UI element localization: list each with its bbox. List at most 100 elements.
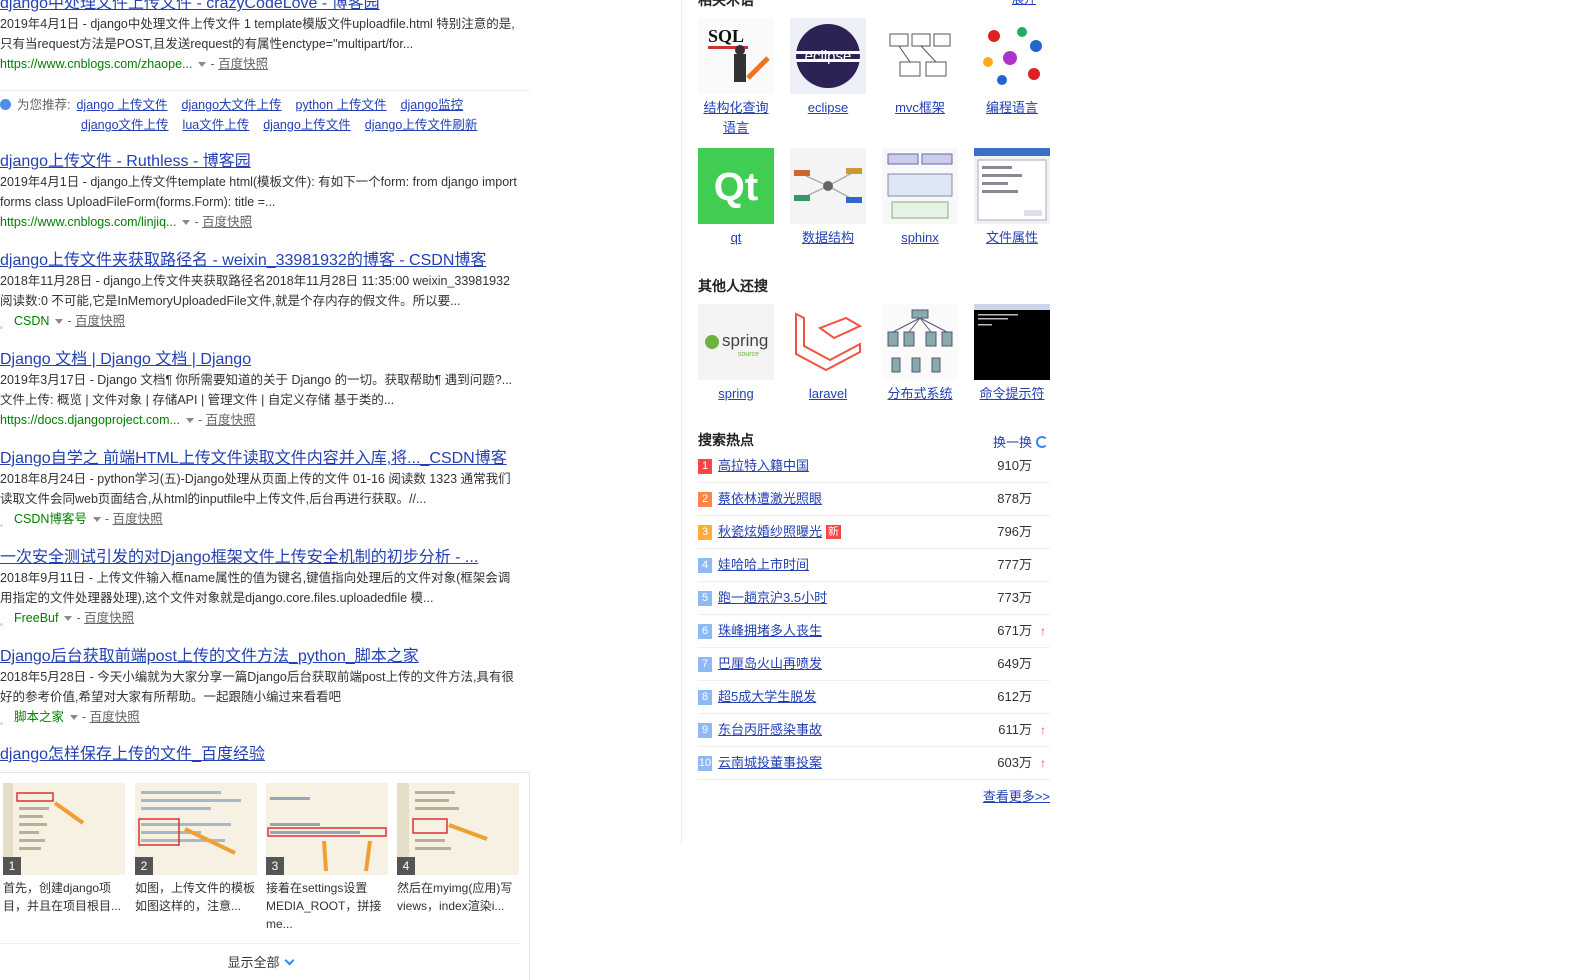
hot-item-link[interactable]: 巴厘岛火山再喷发: [718, 648, 822, 680]
expand-link[interactable]: 展开: [1012, 0, 1036, 7]
recommend-link[interactable]: django上传文件刷新: [365, 118, 478, 132]
hot-item-link[interactable]: 蔡依林遭激光照眼: [718, 483, 822, 515]
related-item[interactable]: Qt qt: [698, 148, 774, 248]
others-label[interactable]: 分布式系统: [882, 384, 958, 404]
others-label[interactable]: spring: [698, 384, 774, 404]
result-url[interactable]: https://docs.djangoproject.com...: [0, 413, 180, 427]
step-thumbnail[interactable]: 3: [266, 783, 388, 875]
eclipse-logo-icon[interactable]: eclipse: [790, 18, 866, 94]
others-item[interactable]: laravel: [790, 304, 866, 404]
cache-link[interactable]: 百度快照: [90, 710, 140, 724]
hot-item-link[interactable]: 云南城投董事投案: [718, 747, 822, 779]
result-url[interactable]: CSDN: [14, 314, 49, 328]
hot-item-link[interactable]: 珠峰拥堵多人丧生: [718, 615, 822, 647]
hot-item[interactable]: 9 东台丙肝感染事故 611万 ↑: [698, 714, 1050, 747]
cache-link[interactable]: 百度快照: [218, 57, 268, 71]
dropdown-arrow-icon[interactable]: [185, 417, 194, 423]
others-item[interactable]: 分布式系统: [882, 304, 958, 404]
show-all-button[interactable]: 显示全部: [0, 943, 520, 971]
related-label[interactable]: sphinx: [882, 228, 958, 248]
hot-item[interactable]: 8 超5成大学生脱发 612万: [698, 681, 1050, 714]
network-diagram-icon[interactable]: [882, 304, 958, 380]
hot-item-link[interactable]: 东台丙肝感染事故: [718, 714, 822, 746]
dropdown-arrow-icon[interactable]: [55, 318, 64, 324]
others-label[interactable]: laravel: [790, 384, 866, 404]
cache-link[interactable]: 百度快照: [84, 611, 134, 625]
terminal-icon[interactable]: [974, 304, 1050, 380]
result-title-link[interactable]: Django自学之 前端HTML上传文件读取文件内容并入库,将..._CSDN博…: [0, 449, 540, 469]
related-label[interactable]: 数据结构: [790, 228, 866, 248]
result-url[interactable]: 脚本之家: [14, 710, 64, 724]
more-hot-link[interactable]: 查看更多>>: [983, 786, 1050, 805]
related-label[interactable]: 文件属性: [974, 228, 1050, 248]
dropdown-arrow-icon[interactable]: [64, 615, 73, 621]
related-item[interactable]: mvc框架: [882, 18, 958, 118]
result-url[interactable]: https://www.cnblogs.com/zhaope...: [0, 57, 192, 71]
howto-step[interactable]: 3 接着在settings设置MEDIA_ROOT，拼接me...: [266, 783, 388, 933]
result-title-link[interactable]: django中处理文件上传文件 - crazyCodeLove - 博客园: [0, 0, 540, 14]
hot-item[interactable]: 10 云南城投董事投案 603万 ↑: [698, 747, 1050, 780]
howto-title-link[interactable]: django怎样保存上传的文件_百度经验: [0, 745, 265, 765]
step-thumbnail[interactable]: 1: [3, 783, 125, 875]
cache-link[interactable]: 百度快照: [206, 413, 256, 427]
result-title-link[interactable]: 一次安全测试引发的对Django框架文件上传安全机制的初步分析 - ...: [0, 548, 540, 568]
result-url[interactable]: https://www.cnblogs.com/linjiq...: [0, 215, 176, 229]
dropdown-arrow-icon[interactable]: [198, 61, 207, 67]
recommend-link[interactable]: django大文件上传: [182, 98, 282, 112]
hot-item[interactable]: 1 高拉特入籍中国 910万: [698, 450, 1050, 483]
hot-item[interactable]: 2 蔡依林遭激光照眼 878万: [698, 483, 1050, 516]
related-label[interactable]: 编程语言: [974, 98, 1050, 118]
related-label[interactable]: qt: [698, 228, 774, 248]
related-item[interactable]: 文件属性: [974, 148, 1050, 248]
dialog-screenshot-icon[interactable]: [974, 148, 1050, 224]
related-label[interactable]: mvc框架: [882, 98, 958, 118]
mindmap-icon[interactable]: [790, 148, 866, 224]
hot-item-link[interactable]: 高拉特入籍中国: [718, 450, 809, 482]
related-item[interactable]: eclipse eclipse: [790, 18, 866, 118]
dropdown-arrow-icon[interactable]: [182, 219, 191, 225]
hot-item-link[interactable]: 超5成大学生脱发: [718, 681, 816, 713]
others-item[interactable]: spring source spring: [698, 304, 774, 404]
hot-item[interactable]: 5 跑一趟京沪3.5小时 773万: [698, 582, 1050, 615]
howto-step[interactable]: 2 如图，上传文件的模板如图这样的，注意...: [135, 783, 257, 915]
language-logos-icon[interactable]: [974, 18, 1050, 94]
hot-item[interactable]: 4 娃哈哈上市时间 777万: [698, 549, 1050, 582]
recommend-link[interactable]: python 上传文件: [296, 98, 387, 112]
related-item[interactable]: SQL 结构化查询语言: [698, 18, 774, 138]
recommend-link[interactable]: lua文件上传: [183, 118, 250, 132]
related-item[interactable]: sphinx: [882, 148, 958, 248]
laravel-logo-icon[interactable]: [790, 304, 866, 380]
others-item[interactable]: 命令提示符: [974, 304, 1050, 404]
related-item[interactable]: 数据结构: [790, 148, 866, 248]
hot-item-link[interactable]: 跑一趟京沪3.5小时: [718, 582, 827, 614]
result-title-link[interactable]: django上传文件 - Ruthless - 博客园: [0, 152, 540, 172]
dropdown-arrow-icon[interactable]: [92, 516, 101, 522]
related-item[interactable]: 编程语言: [974, 18, 1050, 118]
cache-link[interactable]: 百度快照: [202, 215, 252, 229]
cache-link[interactable]: 百度快照: [75, 314, 125, 328]
result-title-link[interactable]: django上传文件夹获取路径名 - weixin_33981932的博客 - …: [0, 251, 540, 271]
result-title-link[interactable]: Django后台获取前端post上传的文件方法_python_脚本之家: [0, 647, 540, 667]
howto-step[interactable]: 1 首先，创建django项目，并且在项目根目...: [3, 783, 125, 915]
hot-item[interactable]: 3 秋瓷炫婚纱照曝光新 796万: [698, 516, 1050, 549]
recommend-link[interactable]: django文件上传: [81, 118, 169, 132]
result-url[interactable]: CSDN博客号: [14, 512, 87, 526]
refresh-button[interactable]: 换一换: [993, 432, 1048, 451]
result-url[interactable]: FreeBuf: [14, 611, 58, 625]
sphinx-diagram-icon[interactable]: [882, 148, 958, 224]
hot-item[interactable]: 6 珠峰拥堵多人丧生 671万 ↑: [698, 615, 1050, 648]
spring-logo-icon[interactable]: spring source: [698, 304, 774, 380]
howto-step[interactable]: 4 然后在myimg(应用)写views，index渲染i...: [397, 783, 519, 915]
result-title-link[interactable]: Django 文档 | Django 文档 | Django: [0, 350, 540, 370]
cache-link[interactable]: 百度快照: [113, 512, 163, 526]
related-label[interactable]: 结构化查询语言: [698, 98, 774, 138]
hot-item[interactable]: 7 巴厘岛火山再喷发 649万: [698, 648, 1050, 681]
qt-logo-icon[interactable]: Qt: [698, 148, 774, 224]
recommend-link[interactable]: django监控: [401, 98, 464, 112]
sql-book-icon[interactable]: SQL: [698, 18, 774, 94]
hot-item-link[interactable]: 秋瓷炫婚纱照曝光: [718, 524, 822, 539]
recommend-link[interactable]: django 上传文件: [76, 98, 167, 112]
dropdown-arrow-icon[interactable]: [70, 714, 79, 720]
step-thumbnail[interactable]: 4: [397, 783, 519, 875]
mvc-diagram-icon[interactable]: [882, 18, 958, 94]
